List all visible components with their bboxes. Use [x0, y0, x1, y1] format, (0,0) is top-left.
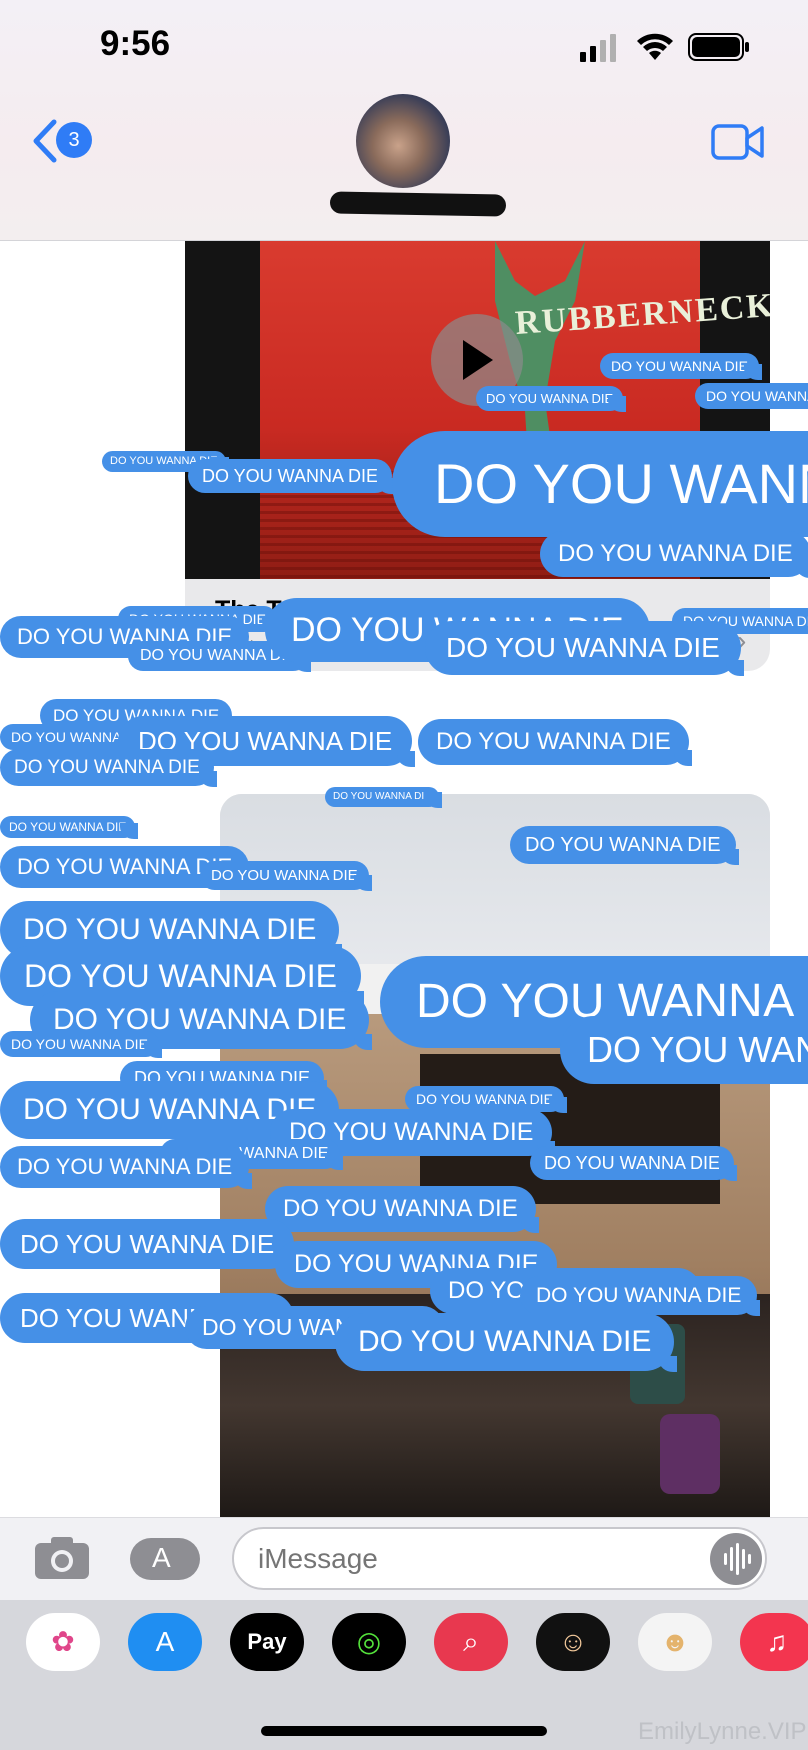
contact-name-redacted[interactable]: [329, 191, 507, 217]
watermark: EmilyLynne.VIP: [638, 1718, 807, 1745]
message-bubble[interactable]: DO YOU WANNA DIE: [335, 1313, 678, 1372]
message-input[interactable]: [232, 1527, 767, 1590]
wifi-icon: [637, 33, 673, 60]
message-bubble[interactable]: DO YOU WANNA DIE: [0, 749, 217, 787]
audio-message-button[interactable]: [710, 1533, 762, 1585]
waveform-icon: [724, 1543, 751, 1575]
message-bubble[interactable]: DO YOU WANNA DIE: [0, 816, 139, 839]
message-bubble[interactable]: DO YOU WANNA DIE: [0, 1146, 253, 1189]
unread-count-badge: 3: [56, 122, 92, 158]
message-bubble[interactable]: DO YOU WANNA DIE: [600, 353, 762, 380]
home-indicator[interactable]: [261, 1726, 547, 1736]
message-bubble[interactable]: DO YOU WANNA DIE: [476, 386, 627, 412]
message-bubble[interactable]: DO YOU WANNA DIE: [560, 1016, 808, 1084]
stickers-app-icon[interactable]: ☻: [638, 1613, 712, 1671]
app-store-drawer-button[interactable]: A: [130, 1538, 200, 1580]
message-bubble[interactable]: DO YOU WANNA DIE: [425, 621, 744, 676]
status-time: 9:56: [100, 24, 171, 63]
message-bubble[interactable]: DO YOU WANNA DIE: [200, 861, 372, 891]
music-app-icon[interactable]: ♫: [740, 1613, 808, 1671]
app-store-icon: A: [152, 1542, 171, 1573]
activity-app-icon[interactable]: ◎: [332, 1613, 406, 1671]
video-camera-icon: [711, 124, 764, 160]
apple-pay-app-icon[interactable]: Pay: [230, 1613, 304, 1671]
facetime-button[interactable]: [710, 120, 766, 164]
memoji-app-icon[interactable]: ☺: [536, 1613, 610, 1671]
message-bubble[interactable]: DO YOU WANNA DIE: [695, 383, 808, 409]
battery-icon: [688, 33, 749, 61]
message-bubble[interactable]: DO YOU WANNA DIE: [0, 1219, 298, 1270]
message-transcript[interactable]: RUBBERNECK The TOADIES - Possum youtu.be…: [0, 241, 808, 1517]
app-store-app-icon[interactable]: A: [128, 1613, 202, 1671]
bubble-layer: DO YOU WANNA DIE DO YOU WANNA DIE DO YOU W…: [0, 241, 808, 1517]
message-bubble[interactable]: DO YOU WANNA DIE: [540, 531, 808, 578]
photos-app-icon[interactable]: ✿: [26, 1613, 100, 1671]
signal-icon: [580, 34, 616, 62]
message-bubble[interactable]: DO YOU WANNA DIE: [520, 1276, 761, 1316]
image-search-app-icon[interactable]: ⌕: [434, 1613, 508, 1671]
message-bubble[interactable]: DO YOU WANNA DIE: [418, 719, 692, 766]
message-bubble[interactable]: DO YOU WANNA DIE: [188, 459, 396, 494]
message-bubble[interactable]: DO YOU WANNA DIE: [392, 431, 808, 537]
message-bubble[interactable]: DO YOU WANNA DIE: [325, 787, 442, 808]
message-bubble[interactable]: DO YOU WANNA DIE: [510, 826, 739, 865]
message-bubble[interactable]: DO YOU WANNA DIE: [265, 1186, 539, 1233]
message-bubble[interactable]: DO YOU WANNA DIE: [0, 1031, 162, 1058]
message-bubble[interactable]: DO YOU WANNA DIE: [530, 1146, 738, 1181]
camera-button[interactable]: [33, 1535, 91, 1581]
camera-icon: [35, 1537, 89, 1579]
contact-avatar[interactable]: [356, 94, 450, 188]
